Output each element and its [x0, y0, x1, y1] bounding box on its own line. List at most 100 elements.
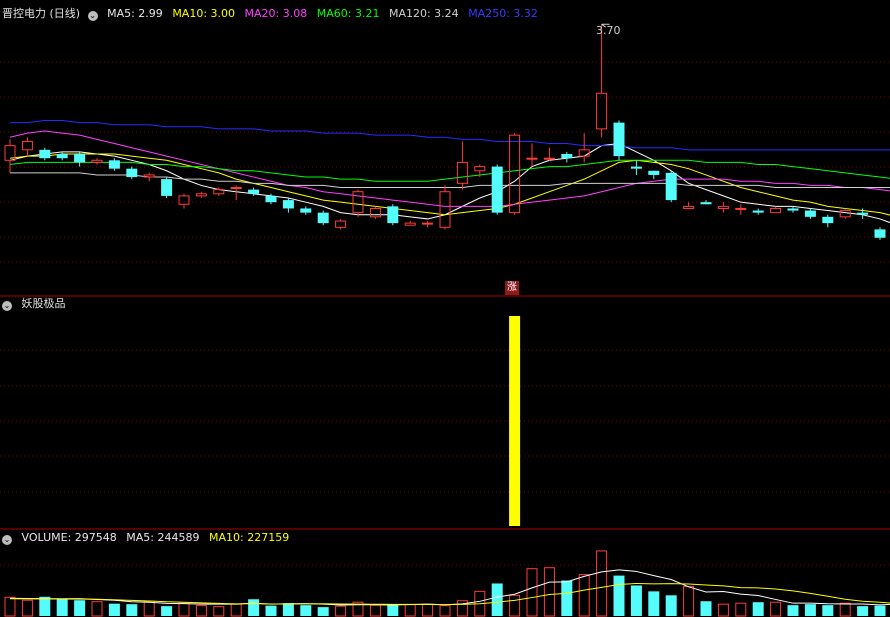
- volume-header: ⌄ VOLUME: 297548 MA5: 244589 MA10: 22715…: [2, 530, 295, 546]
- chevron-down-icon[interactable]: ⌄: [2, 301, 12, 311]
- candle: [4, 139, 16, 173]
- volume-bar: [369, 604, 381, 617]
- ma120-line: [10, 172, 890, 189]
- candle: [770, 206, 782, 214]
- volume-bar: [874, 605, 886, 616]
- volume-bar: [857, 606, 869, 616]
- volume-bar: [161, 606, 173, 616]
- candle: [822, 214, 834, 228]
- candle-body: [578, 149, 590, 157]
- volume-bar: [543, 567, 555, 617]
- candle: [700, 200, 712, 205]
- candle: [648, 170, 660, 180]
- ma60-line: [9, 159, 890, 182]
- volume-bar: [56, 598, 68, 616]
- candle-body: [230, 187, 242, 190]
- candle-body: [369, 207, 381, 218]
- chart-canvas: [0, 23, 890, 617]
- candle: [91, 158, 103, 165]
- volume-ma-lines: [9, 569, 890, 606]
- candle: [282, 197, 294, 213]
- candle-body: [317, 212, 329, 224]
- volume-bar: [630, 585, 642, 616]
- candle: [404, 221, 416, 226]
- candle-body: [404, 222, 416, 226]
- volume-bar: [74, 600, 86, 616]
- candle-body: [648, 170, 660, 175]
- volume-bar: [648, 591, 660, 616]
- indicator-title[interactable]: 妖股极品: [22, 297, 66, 310]
- volume-bar: [335, 605, 347, 617]
- candle-body: [630, 166, 642, 169]
- signal-badge: 涨: [505, 281, 519, 295]
- candle-body: [300, 208, 312, 213]
- ma60-legend: MA60: 3.21: [316, 7, 380, 20]
- candle: [74, 151, 86, 167]
- chevron-down-icon[interactable]: ⌄: [87, 11, 98, 21]
- candle-body: [770, 207, 782, 214]
- ma250-legend: MA250: 3.32: [468, 7, 538, 20]
- volume-bar: [265, 605, 277, 616]
- volume-bar: [4, 596, 16, 617]
- pane-borders: [0, 295, 890, 530]
- candle: [578, 133, 590, 163]
- candle-body: [787, 208, 799, 211]
- candle: [369, 206, 381, 219]
- volume-bar: [282, 603, 294, 616]
- volume-legend: VOLUME: 297548: [21, 531, 117, 544]
- ma250-line: [10, 120, 890, 151]
- candle-body: [456, 161, 468, 184]
- volume-bar: [91, 601, 103, 617]
- candle: [422, 221, 434, 228]
- volume-bar: [108, 603, 120, 616]
- candle-body: [178, 195, 190, 205]
- candle-body: [387, 206, 399, 224]
- candle-body: [752, 210, 764, 213]
- candle: [665, 170, 677, 203]
- candle-body: [439, 191, 451, 228]
- volume-bar: [822, 605, 834, 616]
- volume-ma10-line: [9, 582, 890, 606]
- candle-body: [161, 179, 173, 196]
- candle: [596, 24, 608, 138]
- candle: [839, 208, 851, 219]
- volume-bar: [39, 596, 51, 616]
- candle-body: [683, 205, 695, 209]
- candle: [56, 151, 68, 161]
- candle-body: [335, 220, 347, 228]
- candle-body: [422, 222, 434, 225]
- indicator-header: ⌄ 妖股极品: [2, 296, 72, 312]
- volume-bar: [683, 585, 695, 617]
- volume-bar: [717, 603, 729, 617]
- candle: [491, 164, 503, 215]
- ma5-legend: MA5: 2.99: [107, 7, 163, 20]
- volume-ma5-legend: MA5: 244589: [126, 531, 200, 544]
- volume-ma10-legend: MA10: 227159: [208, 531, 290, 544]
- candle: [613, 120, 625, 161]
- volume-bar: [509, 594, 521, 617]
- candle-body: [717, 205, 729, 209]
- volume-bar: [839, 602, 851, 617]
- volume-bar: [665, 595, 677, 616]
- stock-title[interactable]: 晋控电力 (日线): [2, 7, 80, 20]
- volume-bar: [613, 575, 625, 616]
- volume-bar: [126, 604, 138, 616]
- candle: [126, 166, 138, 180]
- ma120-legend: MA120: 3.24: [388, 7, 459, 20]
- volume-bar: [213, 606, 225, 617]
- candle-body: [561, 154, 573, 159]
- volume-bar: [770, 601, 782, 617]
- candle-body: [665, 172, 677, 201]
- volume-bar: [404, 604, 416, 617]
- candlestick-series: [4, 24, 886, 240]
- volume-bar: [439, 605, 451, 617]
- signal-bars: [509, 316, 521, 526]
- candle-body: [839, 210, 851, 218]
- chevron-down-icon[interactable]: ⌄: [2, 535, 12, 545]
- candle-body: [613, 122, 625, 157]
- candle: [39, 147, 51, 161]
- candle-body: [596, 92, 608, 130]
- candle-body: [74, 154, 86, 163]
- candle: [178, 193, 190, 209]
- candle-body: [700, 202, 712, 205]
